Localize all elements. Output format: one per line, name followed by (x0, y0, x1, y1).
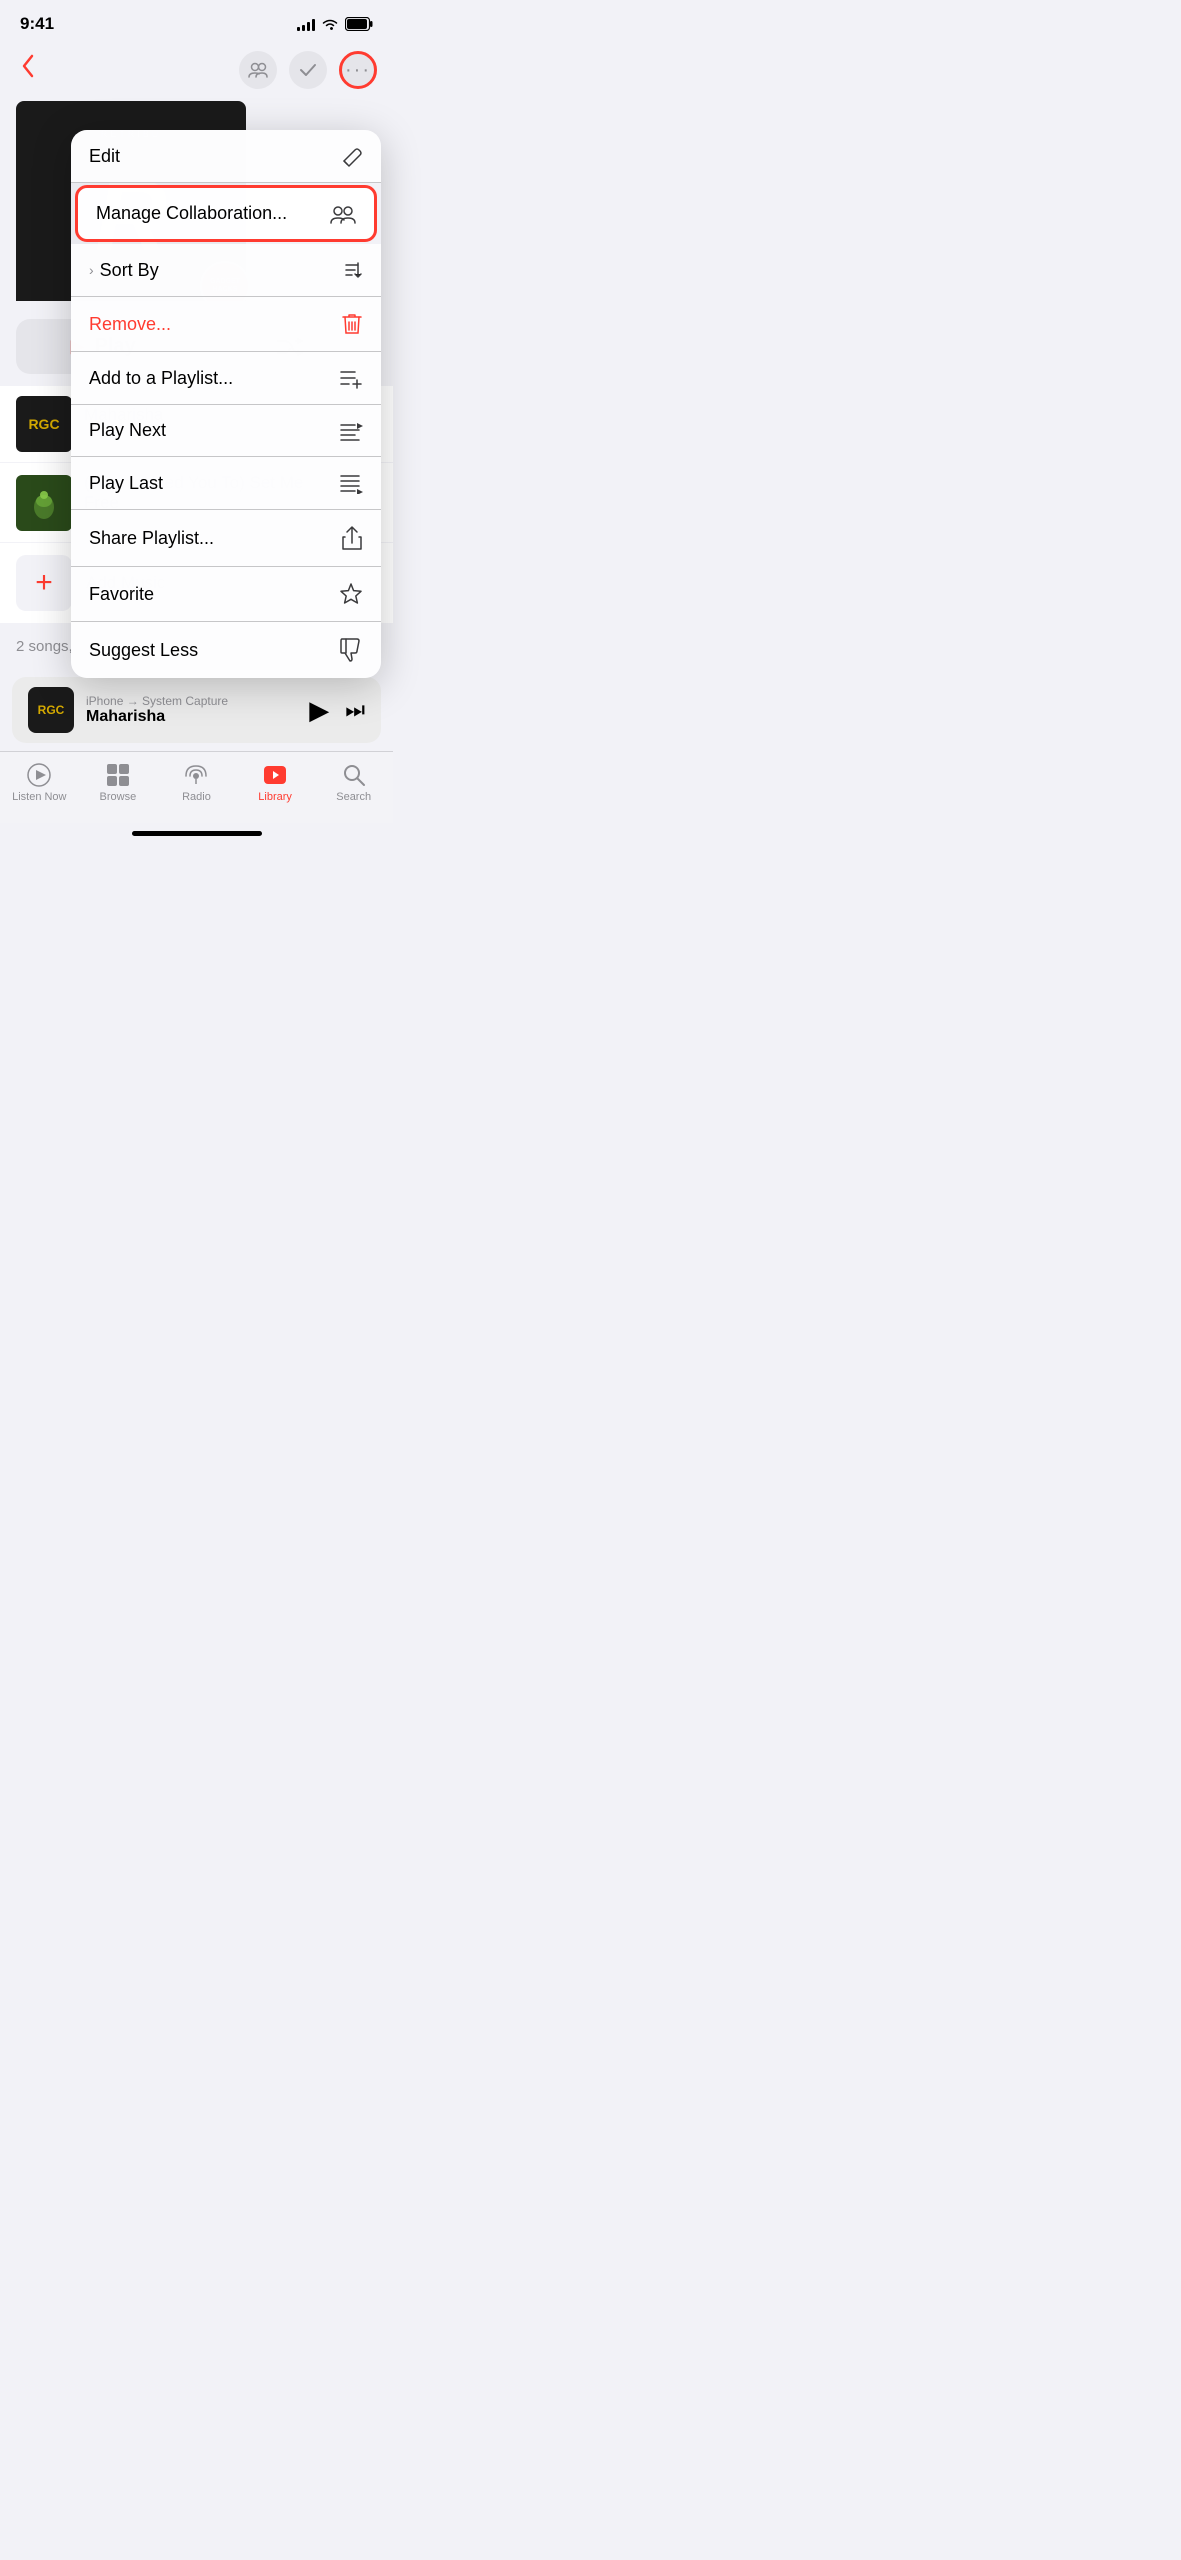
menu-item-share-playlist[interactable]: Share Playlist... (71, 510, 381, 567)
library-icon (262, 762, 288, 788)
share-icon (341, 525, 363, 551)
trash-icon (341, 312, 363, 336)
menu-sort-label: Sort By (100, 260, 159, 281)
tab-listen-now[interactable]: Listen Now (0, 762, 79, 803)
menu-favorite-label: Favorite (89, 584, 154, 605)
status-icons (297, 17, 373, 31)
back-button[interactable] (16, 48, 40, 91)
menu-share-label: Share Playlist... (89, 528, 214, 549)
menu-item-add-playlist[interactable]: Add to a Playlist... (71, 352, 381, 405)
mini-player-info: iPhone → System Capture Maharisha (86, 694, 297, 726)
wifi-icon (321, 17, 339, 31)
tab-search-label: Search (336, 791, 371, 803)
more-button[interactable]: ··· (339, 51, 377, 89)
song-art-grinderman (16, 475, 72, 531)
tab-search[interactable]: Search (314, 762, 393, 803)
mini-player-art: RGC (28, 687, 74, 733)
checkmark-button[interactable] (289, 51, 327, 89)
mini-controls: ▶ ⏭ (309, 695, 365, 726)
dropdown-menu: Edit Manage Collaboration... › Sort By (71, 130, 381, 678)
status-time: 9:41 (20, 14, 54, 34)
menu-add-playlist-label: Add to a Playlist... (89, 368, 233, 389)
menu-manage-collab-label: Manage Collaboration... (96, 203, 287, 224)
tab-browse-label: Browse (100, 791, 137, 803)
tab-radio-label: Radio (182, 791, 211, 803)
mini-play-button[interactable]: ▶ (309, 695, 329, 726)
menu-remove-label: Remove... (89, 314, 171, 335)
menu-item-suggest-less[interactable]: Suggest Less (71, 622, 381, 678)
tab-radio[interactable]: Radio (157, 762, 236, 803)
menu-item-play-next[interactable]: Play Next (71, 405, 381, 457)
tab-library[interactable]: Library (236, 762, 315, 803)
signal-icon (297, 17, 315, 31)
menu-item-sort-by[interactable]: › Sort By (71, 244, 381, 297)
header-actions: ··· (239, 51, 377, 89)
tab-library-label: Library (258, 791, 292, 803)
edit-icon (341, 145, 363, 167)
tab-bar: Listen Now Browse Radio Library Sear (0, 751, 393, 823)
tab-browse[interactable]: Browse (79, 762, 158, 803)
star-icon (339, 582, 363, 606)
play-last-icon (339, 472, 363, 494)
mini-forward-button[interactable]: ⏭ (345, 697, 365, 723)
battery-icon (345, 17, 373, 31)
header-nav: ··· (0, 40, 393, 101)
collaborate-button[interactable] (239, 51, 277, 89)
search-icon (341, 762, 367, 788)
home-indicator (0, 823, 393, 840)
thumbs-down-icon (339, 637, 363, 663)
menu-play-last-label: Play Last (89, 473, 163, 494)
mini-player-caption: iPhone → System Capture (86, 694, 297, 708)
home-bar (132, 831, 262, 836)
play-next-icon (339, 421, 363, 441)
status-bar: 9:41 (0, 0, 393, 40)
sort-arrow: › (89, 262, 94, 278)
tab-listen-now-label: Listen Now (12, 791, 66, 803)
sort-icon (341, 259, 363, 281)
menu-item-edit[interactable]: Edit (71, 130, 381, 183)
mini-player[interactable]: RGC iPhone → System Capture Maharisha ▶ … (12, 677, 381, 743)
menu-edit-label: Edit (89, 146, 120, 167)
listen-now-icon (26, 762, 52, 788)
song-art-maharisha: RGC (16, 396, 72, 452)
manage-collab-icon (330, 204, 356, 224)
grinder-art (26, 485, 62, 521)
menu-item-remove[interactable]: Remove... (71, 297, 381, 352)
menu-play-next-label: Play Next (89, 420, 166, 441)
browse-icon (105, 762, 131, 788)
add-icon-box: + (16, 555, 72, 611)
radio-icon (183, 762, 209, 788)
add-plus-icon: + (35, 568, 53, 598)
add-playlist-icon (339, 367, 363, 389)
menu-item-favorite[interactable]: Favorite (71, 567, 381, 622)
menu-item-play-last[interactable]: Play Last (71, 457, 381, 510)
menu-item-manage-collab[interactable]: Manage Collaboration... (75, 185, 377, 242)
mini-player-song: Maharisha (86, 708, 297, 726)
menu-suggest-less-label: Suggest Less (89, 640, 198, 661)
sort-by-with-arrow: › Sort By (89, 260, 159, 281)
